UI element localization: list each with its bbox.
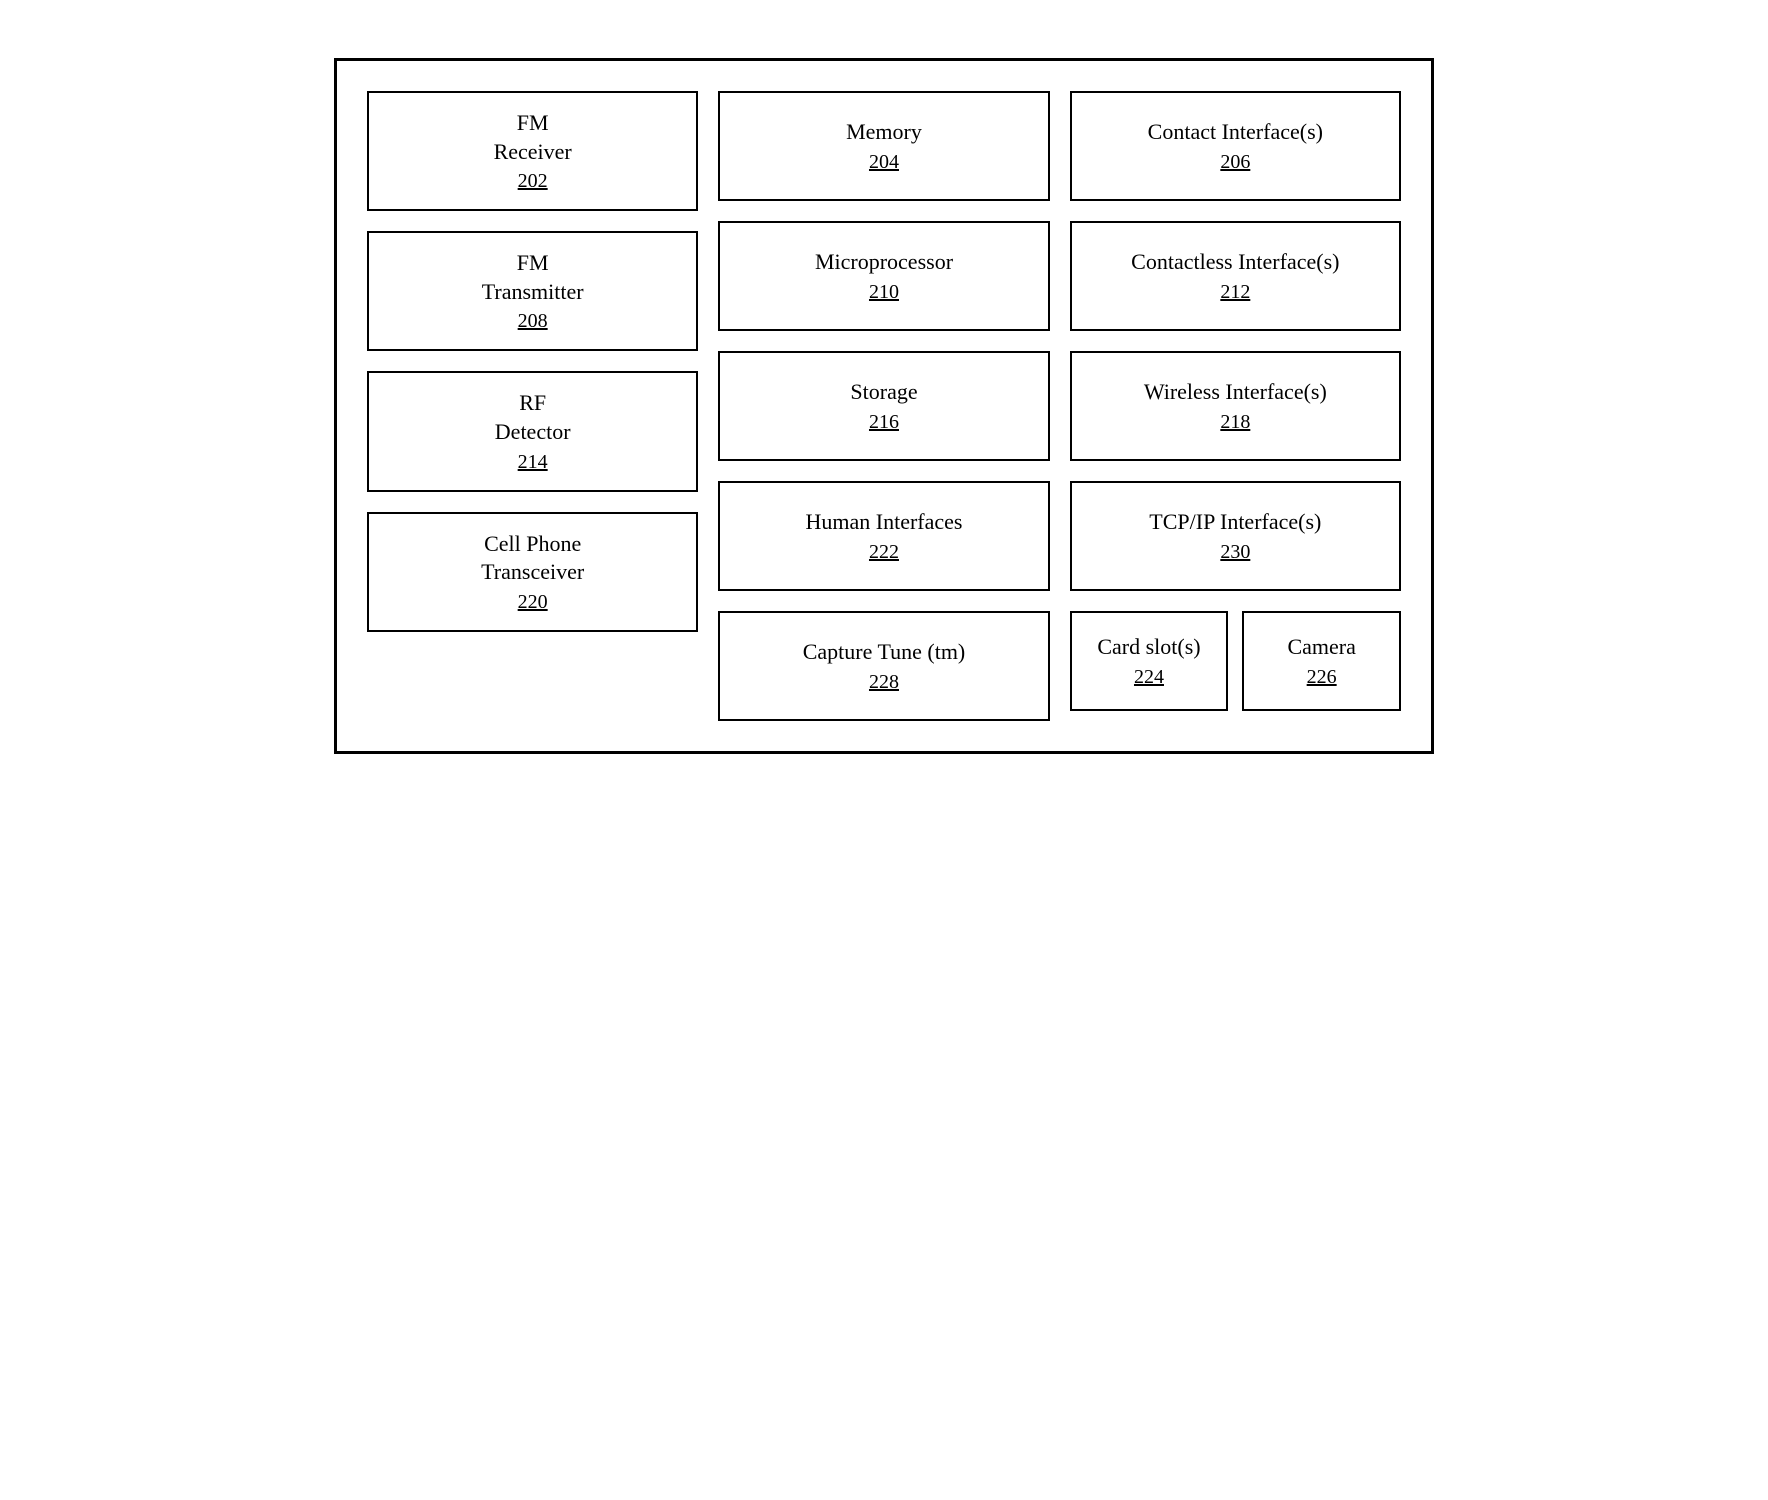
component-name: Contactless Interface(s) (1131, 248, 1339, 277)
component-box: Memory 204 (718, 91, 1049, 201)
component-box: Wireless Interface(s) 218 (1070, 351, 1401, 461)
component-name: TCP/IP Interface(s) (1149, 508, 1321, 537)
component-name: Wireless Interface(s) (1144, 378, 1327, 407)
component-id: 220 (518, 591, 548, 614)
component-name: FM Receiver (494, 109, 572, 166)
component-box: Capture Tune (tm) 228 (718, 611, 1049, 721)
component-id: 218 (1220, 411, 1250, 434)
component-box: FM Receiver 202 (367, 91, 698, 211)
component-id: 210 (869, 281, 899, 304)
component-id: 202 (518, 170, 548, 193)
component-id: 228 (869, 671, 899, 694)
component-id: 224 (1134, 666, 1164, 689)
component-name: FM Transmitter (482, 249, 584, 306)
component-id: 208 (518, 310, 548, 333)
component-id: 222 (869, 541, 899, 564)
component-name: Cell Phone Transceiver (481, 530, 584, 587)
component-name: Memory (846, 118, 922, 147)
component-name: Camera (1287, 633, 1355, 662)
component-id: 214 (518, 451, 548, 474)
component-id: 206 (1220, 151, 1250, 174)
component-name: RF Detector (495, 389, 571, 446)
component-name: Capture Tune (tm) (803, 638, 966, 667)
component-name: Microprocessor (815, 248, 953, 277)
component-id: 230 (1220, 541, 1250, 564)
component-id: 216 (869, 411, 899, 434)
component-id: 226 (1307, 666, 1337, 689)
component-box: Storage 216 (718, 351, 1049, 461)
component-box: Card slot(s) 224 (1070, 611, 1229, 711)
component-box: Camera 226 (1242, 611, 1401, 711)
component-name: Contact Interface(s) (1148, 118, 1323, 147)
component-box: Cell Phone Transceiver 220 (367, 512, 698, 632)
component-box: Contact Interface(s) 206 (1070, 91, 1401, 201)
outer-box: FM Receiver 202 FM Transmitter 208 RF Detect… (334, 58, 1434, 754)
column-3: Contact Interface(s) 206 Contactless Inter… (1070, 91, 1401, 721)
component-box: RF Detector 214 (367, 371, 698, 491)
component-box: FM Transmitter 208 (367, 231, 698, 351)
column-2: Memory 204 Microprocessor 210 Storage 216 Huma… (718, 91, 1049, 721)
component-id: 204 (869, 151, 899, 174)
column-1: FM Receiver 202 FM Transmitter 208 RF Detect… (367, 91, 698, 721)
component-name: Storage (850, 378, 917, 407)
component-box: Microprocessor 210 (718, 221, 1049, 331)
component-name: Card slot(s) (1097, 633, 1200, 662)
component-box: TCP/IP Interface(s) 230 (1070, 481, 1401, 591)
component-box: Human Interfaces 222 (718, 481, 1049, 591)
component-box: Contactless Interface(s) 212 (1070, 221, 1401, 331)
component-name: Human Interfaces (806, 508, 963, 537)
col3-bottom-row: Card slot(s) 224 Camera 226 (1070, 611, 1401, 711)
component-id: 212 (1220, 281, 1250, 304)
